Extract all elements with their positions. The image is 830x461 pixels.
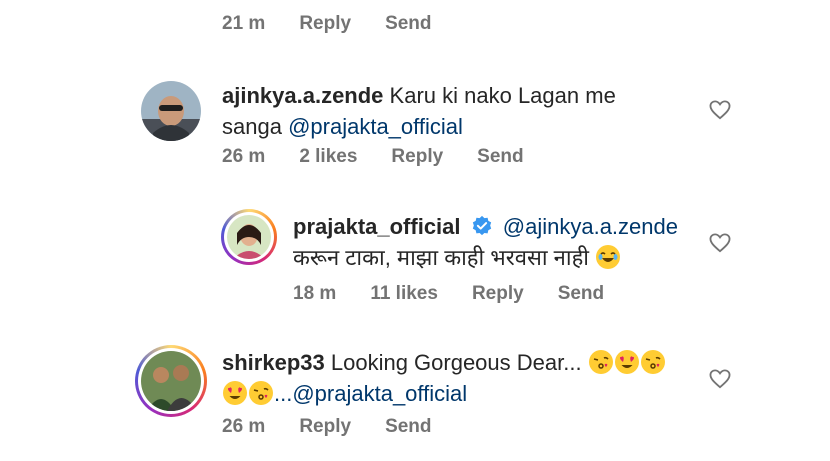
likes-count[interactable]: 11 likes: [370, 283, 438, 305]
comment-text: Looking Gorgeous Dear...: [330, 350, 582, 375]
reply-button[interactable]: Reply: [391, 146, 443, 168]
verified-badge-icon: [472, 215, 491, 236]
send-button[interactable]: Send: [477, 146, 523, 168]
username[interactable]: prajakta_official: [293, 214, 461, 239]
mention-link[interactable]: ...@prajakta_official: [274, 381, 467, 406]
reply-button[interactable]: Reply: [472, 283, 524, 305]
comment-text: करून टाका, माझा काही भरवसा नाही: [293, 245, 589, 270]
comment-body: ajinkya.a.zende Karu ki nako Lagan me sa…: [222, 80, 682, 142]
reply-body: prajakta_official @ajinkya.a.zende करून …: [293, 211, 693, 273]
comment-text-continued: sanga: [222, 114, 282, 139]
send-button[interactable]: Send: [385, 416, 431, 438]
comment-body: shirkep33 Looking Gorgeous Dear... ...@p…: [222, 347, 702, 409]
send-button[interactable]: Send: [558, 283, 604, 305]
username[interactable]: ajinkya.a.zende: [222, 83, 383, 108]
mention-link[interactable]: @ajinkya.a.zende: [503, 214, 678, 239]
like-heart-icon[interactable]: [709, 100, 731, 120]
avatar[interactable]: [141, 81, 201, 141]
reply-button[interactable]: Reply: [299, 13, 351, 35]
laughing-emoji-icon: [596, 245, 621, 269]
kissing-emoji-icon: [249, 381, 273, 405]
send-button[interactable]: Send: [385, 13, 431, 35]
kissing-emoji-icon: [588, 350, 613, 374]
comment-meta: 26 m Reply Send: [222, 416, 466, 438]
reply-button[interactable]: Reply: [299, 416, 351, 438]
reply-meta: 18 m 11 likes Reply Send: [293, 283, 638, 305]
comment-meta: 26 m 2 likes Reply Send: [222, 146, 558, 168]
avatar: [227, 215, 271, 259]
kissing-emoji-icon: [640, 350, 665, 374]
comment-time: 18 m: [293, 283, 337, 304]
story-ring-avatar[interactable]: [135, 345, 207, 417]
story-ring-avatar[interactable]: [221, 209, 277, 265]
comment-time: 21 m: [222, 13, 266, 34]
comment-text: Karu ki nako Lagan me: [389, 83, 616, 108]
like-heart-icon[interactable]: [709, 233, 731, 253]
comment-time: 26 m: [222, 416, 266, 437]
like-heart-icon[interactable]: [709, 369, 731, 389]
mention-link[interactable]: @prajakta_official: [288, 114, 463, 139]
comment-meta-top: 21 m Reply Send: [222, 13, 466, 35]
comment-time: 26 m: [222, 146, 266, 167]
avatar: [141, 351, 201, 411]
heart-eyes-emoji-icon: [223, 381, 247, 405]
heart-eyes-emoji-icon: [614, 350, 639, 374]
likes-count[interactable]: 2 likes: [299, 146, 357, 168]
username[interactable]: shirkep33: [222, 350, 325, 375]
